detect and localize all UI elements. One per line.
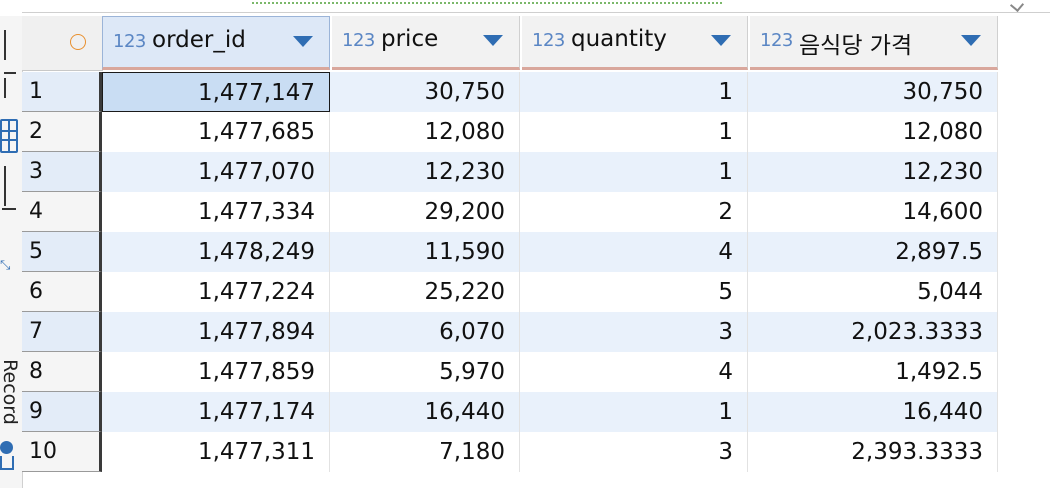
table-row[interactable]: 1 1,477,147 30,750 1 30,750 <box>22 72 998 112</box>
numeric-type-icon: 123 <box>760 30 793 51</box>
row-number[interactable]: 10 <box>22 432 102 472</box>
table-cell[interactable]: 1,477,334 <box>102 192 330 232</box>
panel-tab-marker <box>4 166 6 206</box>
table-cell[interactable]: 3 <box>522 432 748 472</box>
column-header-order-id[interactable]: 123 order_id <box>102 16 330 70</box>
record-mode-label[interactable]: Record <box>0 352 21 432</box>
table-cell[interactable]: 4 <box>522 352 748 392</box>
row-number[interactable]: 5 <box>22 232 102 272</box>
table-cell[interactable]: 1,477,859 <box>102 352 330 392</box>
row-number[interactable]: 6 <box>22 272 102 312</box>
table-cell[interactable]: 12,230 <box>750 152 998 192</box>
table-cell[interactable]: 30,750 <box>332 72 520 112</box>
header-row: 123 order_id 123 price 123 quantity 123 … <box>22 16 998 71</box>
column-name: order_id <box>152 27 246 53</box>
table-cell[interactable]: 14,600 <box>750 192 998 232</box>
table-row[interactable]: 4 1,477,334 29,200 2 14,600 <box>22 192 998 232</box>
table-cell[interactable]: 5 <box>522 272 748 312</box>
table-cell[interactable]: 1,477,894 <box>102 312 330 352</box>
row-number[interactable]: 8 <box>22 352 102 392</box>
table-cell[interactable]: 4 <box>522 232 748 272</box>
select-all-corner[interactable] <box>22 16 103 71</box>
table-cell[interactable]: 1,477,311 <box>102 432 330 472</box>
numeric-type-icon: 123 <box>532 30 565 51</box>
row-number[interactable]: 7 <box>22 312 102 352</box>
table-cell[interactable]: 1 <box>522 152 748 192</box>
column-name: price <box>381 26 439 52</box>
table-cell[interactable]: 1 <box>522 72 748 112</box>
numeric-type-icon: 123 <box>342 30 375 51</box>
column-header-price-per-food[interactable]: 123 음식당 가격 <box>750 16 998 70</box>
table-cell[interactable]: 1,477,147 <box>102 72 330 112</box>
table-row[interactable]: 9 1,477,174 16,440 1 16,440 <box>22 392 998 432</box>
table-cell[interactable]: 2 <box>522 192 748 232</box>
table-cell[interactable]: 1 <box>522 112 748 152</box>
table-cell[interactable]: 1 <box>522 392 748 432</box>
table-cell[interactable]: 16,440 <box>750 392 998 432</box>
table-cell[interactable]: 11,590 <box>332 232 520 272</box>
table-row[interactable]: 5 1,478,249 11,590 4 2,897.5 <box>22 232 998 272</box>
row-number[interactable]: 9 <box>22 392 102 432</box>
table-cell[interactable]: 6,070 <box>332 312 520 352</box>
table-row[interactable]: 8 1,477,859 5,970 4 1,492.5 <box>22 352 998 392</box>
sort-dropdown-icon[interactable] <box>293 36 313 47</box>
row-number[interactable]: 3 <box>22 152 102 192</box>
sort-dropdown-icon[interactable] <box>711 35 731 46</box>
row-number[interactable]: 2 <box>22 112 102 152</box>
sort-dropdown-icon[interactable] <box>483 35 503 46</box>
table-cell[interactable]: 1,477,174 <box>102 392 330 432</box>
numeric-type-icon: 123 <box>113 31 146 52</box>
table-cell[interactable]: 1,478,249 <box>102 232 330 272</box>
row-number[interactable]: 1 <box>22 72 102 112</box>
table-row[interactable]: 2 1,477,685 12,080 1 12,080 <box>22 112 998 152</box>
panel-tab-marker <box>4 30 6 60</box>
column-header-price[interactable]: 123 price <box>332 16 520 70</box>
panel-icon[interactable] <box>0 456 14 470</box>
sort-dropdown-icon[interactable] <box>961 35 981 46</box>
table-cell[interactable]: 16,440 <box>332 392 520 432</box>
table-cell[interactable]: 25,220 <box>332 272 520 312</box>
table-cell[interactable]: 2,023.3333 <box>750 312 998 352</box>
side-panel: ⤡ Record <box>0 16 23 488</box>
column-name: quantity <box>571 26 667 52</box>
table-row[interactable]: 7 1,477,894 6,070 3 2,023.3333 <box>22 312 998 352</box>
row-number[interactable]: 4 <box>22 192 102 232</box>
table-row[interactable]: 10 1,477,311 7,180 3 2,393.3333 <box>22 432 998 472</box>
table-cell[interactable]: 12,080 <box>332 112 520 152</box>
table-cell[interactable]: 29,200 <box>332 192 520 232</box>
table-cell[interactable]: 1,477,224 <box>102 272 330 312</box>
expand-icon[interactable]: ⤡ <box>0 259 10 273</box>
grid-view-icon[interactable] <box>0 119 18 153</box>
panel-tab-marker <box>4 72 16 74</box>
column-name: 음식당 가격 <box>799 33 913 59</box>
table-cell[interactable]: 7,180 <box>332 432 520 472</box>
panel-tab-marker <box>4 78 6 98</box>
row-status-icon <box>70 34 86 50</box>
table-cell[interactable]: 3 <box>522 312 748 352</box>
table-cell[interactable]: 30,750 <box>750 72 998 112</box>
panel-tab-marker <box>2 208 16 210</box>
table-cell[interactable]: 2,897.5 <box>750 232 998 272</box>
table-row[interactable]: 6 1,477,224 25,220 5 5,044 <box>22 272 998 312</box>
table-cell[interactable]: 5,044 <box>750 272 998 312</box>
clipped-toolbar-remnant <box>120 478 920 488</box>
table-cell[interactable]: 12,080 <box>750 112 998 152</box>
column-header-quantity[interactable]: 123 quantity <box>522 16 748 70</box>
table-cell[interactable]: 12,230 <box>332 152 520 192</box>
table-cell[interactable]: 1,492.5 <box>750 352 998 392</box>
table-cell[interactable]: 1,477,070 <box>102 152 330 192</box>
table-cell[interactable]: 1,477,685 <box>102 112 330 152</box>
chevron-icon <box>1009 0 1025 13</box>
divider <box>22 12 1050 13</box>
clipped-text-remnant <box>252 2 722 7</box>
table-cell[interactable]: 2,393.3333 <box>750 432 998 472</box>
table-row[interactable]: 3 1,477,070 12,230 1 12,230 <box>22 152 998 192</box>
table-cell[interactable]: 5,970 <box>332 352 520 392</box>
record-icon[interactable] <box>0 441 13 454</box>
